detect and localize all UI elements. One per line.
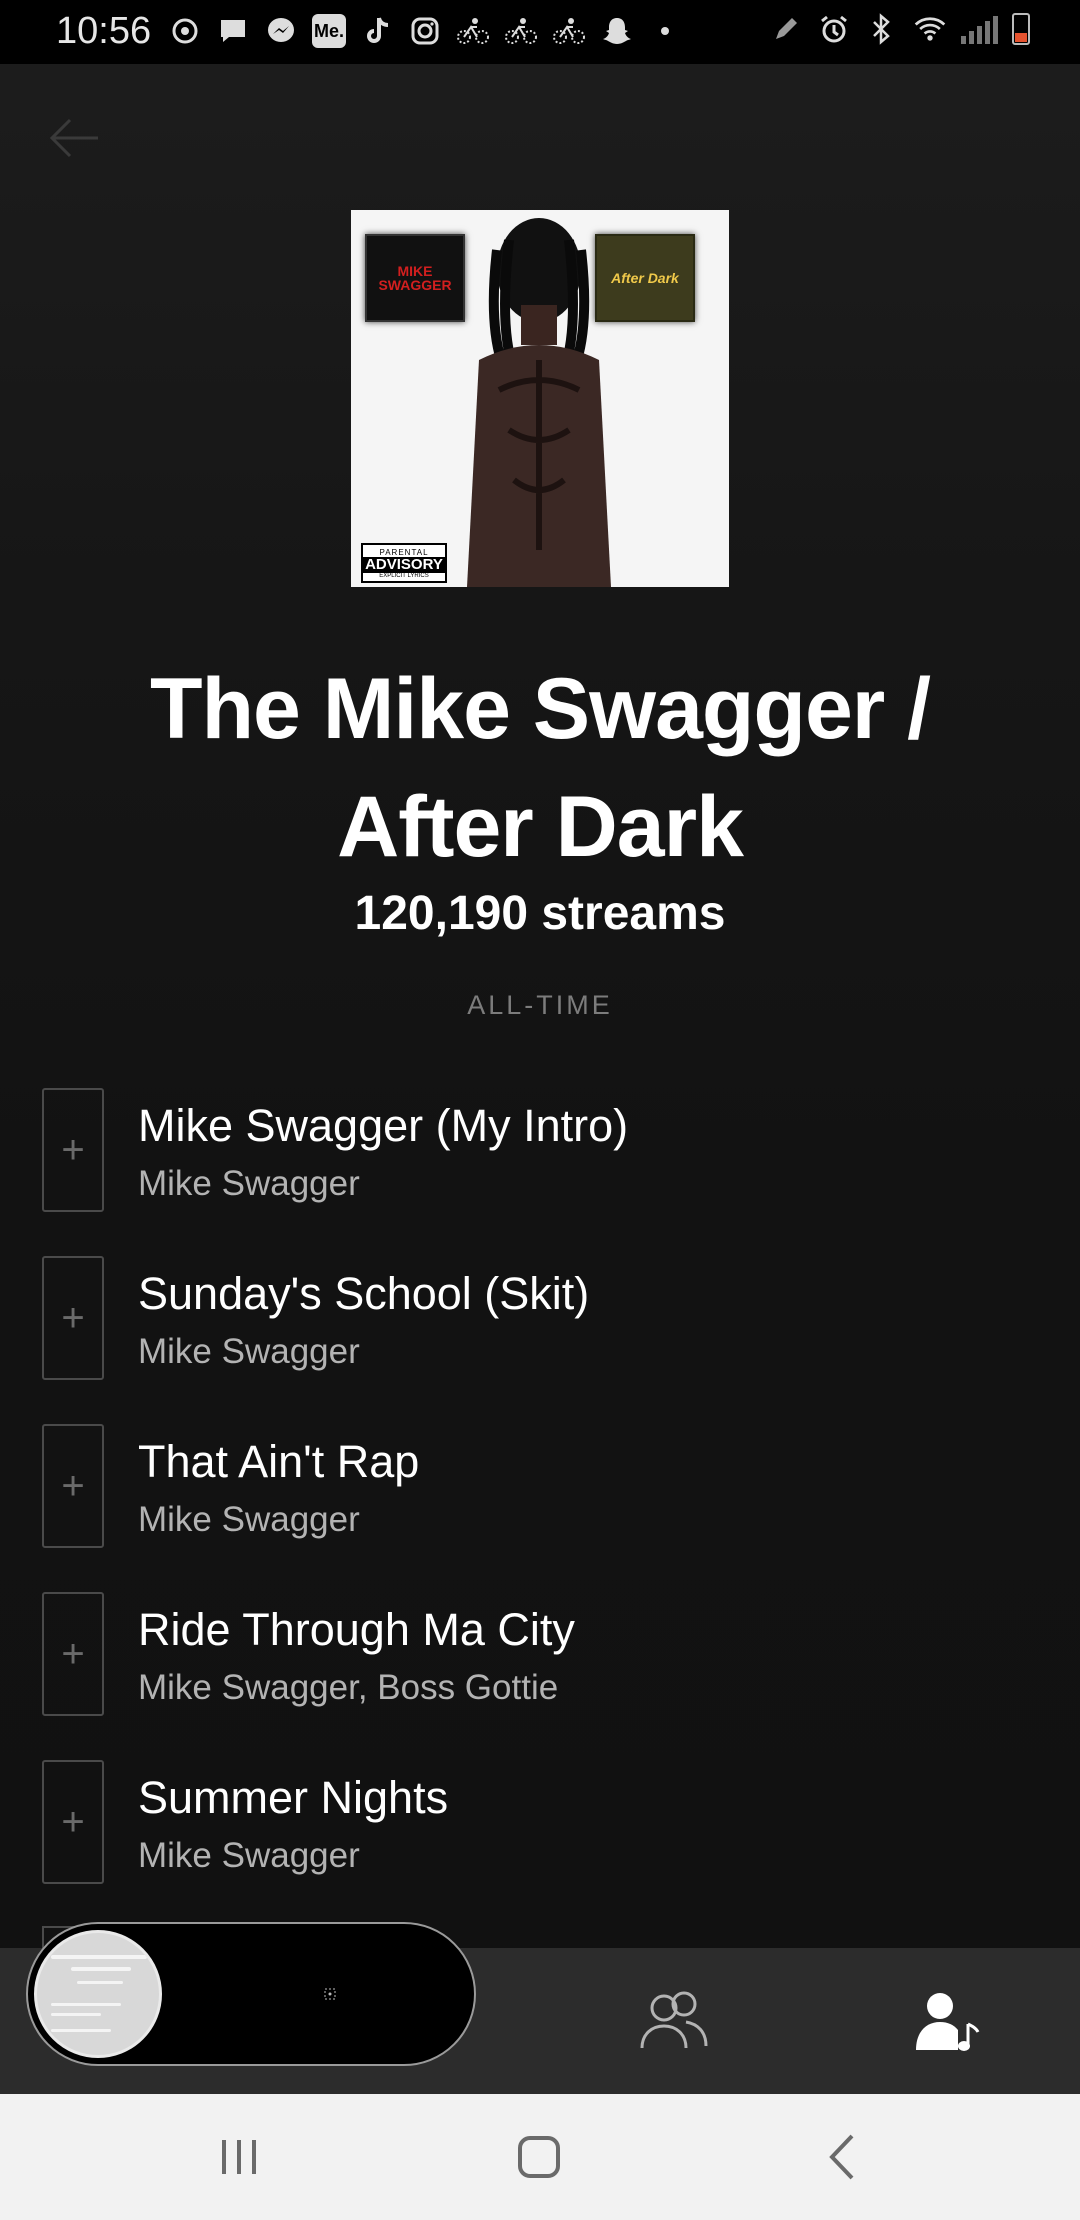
recents-button[interactable] xyxy=(214,2132,264,2182)
alarm-icon xyxy=(817,12,851,46)
album-art: MIKE SWAGGER After Dark PARENTAL ADVISOR… xyxy=(351,210,729,587)
screen: 10:56 Me. MIKE SWAGGER After Dark PARENT… xyxy=(0,0,1080,2220)
add-track-button[interactable]: + xyxy=(42,1088,104,1212)
stream-count: 120,190 streams xyxy=(354,887,726,940)
advisory-bottom-text: EXPLICIT LYRICS xyxy=(379,572,429,579)
album-title-line-2: After Dark xyxy=(337,779,744,875)
notification-icons: Me. xyxy=(168,14,682,48)
snapchat-icon xyxy=(600,14,634,48)
home-icon xyxy=(518,2136,560,2178)
track-row[interactable]: + That Ain't Rap Mike Swagger xyxy=(0,1424,1080,1592)
dot-icon xyxy=(648,14,682,48)
track-row[interactable]: + Summer Nights Mike Swagger xyxy=(0,1760,1080,1928)
artist-profile-tab[interactable] xyxy=(908,1982,988,2062)
arrow-left-icon xyxy=(49,118,98,158)
track-title: Sunday's School (Skit) xyxy=(138,1268,590,1319)
time-range-label: ALL-TIME xyxy=(467,990,613,1020)
artist-profile-icon xyxy=(916,1993,980,2051)
track-title: Summer Nights xyxy=(138,1772,449,1823)
pen-icon xyxy=(769,12,803,46)
bike-icon xyxy=(456,14,490,48)
add-track-button[interactable]: + xyxy=(42,1424,104,1548)
advisory-main-text: ADVISORY xyxy=(363,556,445,573)
add-track-button[interactable]: + xyxy=(42,1592,104,1716)
system-status-icons xyxy=(769,12,1030,46)
track-artist: Mike Swagger xyxy=(138,1500,360,1539)
system-navigation-bar xyxy=(0,2094,1080,2220)
chat-icon xyxy=(216,14,250,48)
signal-icon xyxy=(961,14,998,44)
friends-icon xyxy=(640,1991,708,2049)
track-artist: Mike Swagger xyxy=(138,1836,360,1875)
now-playing-pill[interactable] xyxy=(26,1922,476,2066)
add-track-button[interactable]: + xyxy=(42,1256,104,1380)
me-icon: Me. xyxy=(312,14,346,48)
track-title: Mike Swagger (My Intro) xyxy=(138,1100,629,1151)
status-bar: 10:56 Me. xyxy=(0,0,1080,64)
home-button[interactable] xyxy=(512,2130,566,2184)
album-title: The Mike Swagger / After Dark xyxy=(60,650,1020,886)
track-artist: Mike Swagger xyxy=(138,1164,360,1203)
album-thumbnail[interactable] xyxy=(34,1930,162,2058)
messenger-icon xyxy=(264,14,298,48)
parental-advisory-label: PARENTAL ADVISORY EXPLICIT LYRICS xyxy=(361,543,447,583)
album-art-figure xyxy=(467,218,611,587)
track-row[interactable]: + Ride Through Ma City Mike Swagger, Bos… xyxy=(0,1592,1080,1760)
album-title-line-1: The Mike Swagger / xyxy=(149,661,931,757)
track-row[interactable]: + Mike Swagger (My Intro) Mike Swagger xyxy=(0,1088,1080,1256)
sync-icon xyxy=(168,14,202,48)
back-button[interactable] xyxy=(44,108,104,168)
instagram-icon xyxy=(408,14,442,48)
recents-icon xyxy=(222,2140,256,2174)
focus-dot-icon xyxy=(324,1988,336,2000)
bluetooth-icon xyxy=(865,12,899,46)
track-row[interactable]: + Sunday's School (Skit) Mike Swagger xyxy=(0,1256,1080,1424)
system-back-button[interactable] xyxy=(818,2130,868,2184)
track-title: That Ain't Rap xyxy=(138,1436,420,1487)
bike-icon xyxy=(552,14,586,48)
track-artist: Mike Swagger xyxy=(138,1332,360,1371)
track-list: + Mike Swagger (My Intro) Mike Swagger +… xyxy=(0,1088,1080,1928)
tiktok-icon xyxy=(360,14,394,48)
friends-tab[interactable] xyxy=(634,1982,714,2062)
bike-icon xyxy=(504,14,538,48)
battery-icon xyxy=(1012,13,1030,45)
wifi-icon xyxy=(913,12,947,46)
track-title: Ride Through Ma City xyxy=(138,1604,575,1655)
chevron-left-icon xyxy=(829,2134,854,2180)
add-track-button[interactable]: + xyxy=(42,1760,104,1884)
status-time: 10:56 xyxy=(56,10,152,52)
track-artist: Mike Swagger, Boss Gottie xyxy=(138,1668,559,1707)
